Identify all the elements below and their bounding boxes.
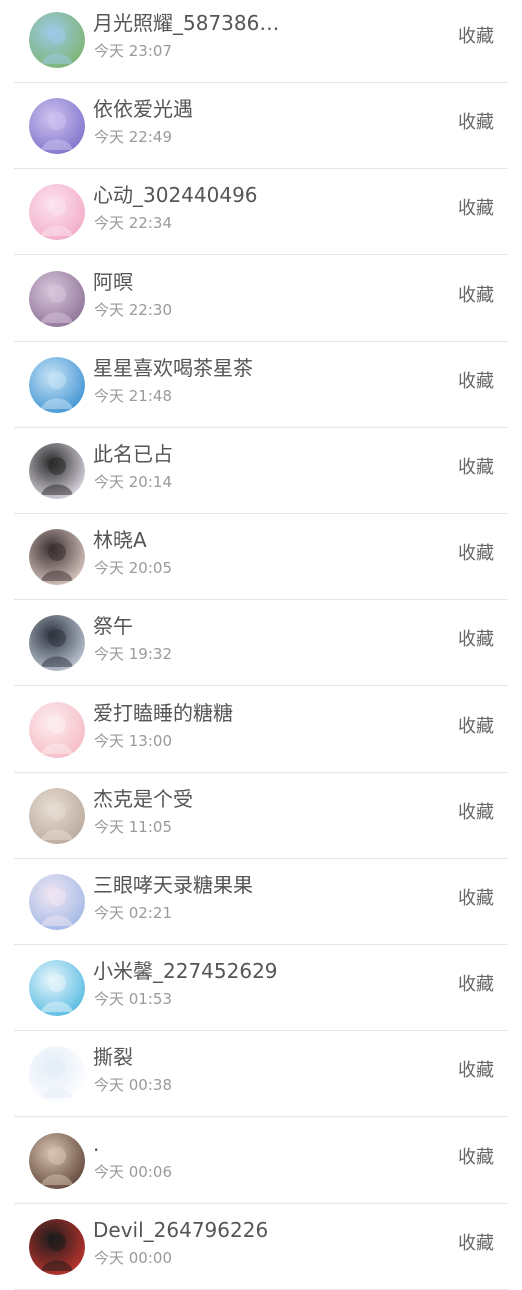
follower-list: 月光照耀_587386… 今天 23:07 收藏 依依爱光遇 今天 22:49 收藏 心动_…	[0, 0, 522, 1290]
timestamp: 今天 19:32	[94, 645, 172, 664]
timestamp: 今天 20:14	[94, 473, 172, 491]
favorite-button[interactable]: 收藏	[458, 541, 494, 567]
avatar[interactable]	[29, 701, 85, 758]
list-item[interactable]: 林晓A 今天 20:05 收藏	[14, 514, 508, 601]
user-name: 三眼哮天录糖果果	[93, 873, 253, 897]
timestamp: 今天 22:49	[94, 128, 172, 147]
favorite-button[interactable]: 收藏	[458, 24, 494, 50]
list-item[interactable]: . 今天 00:06 收藏	[14, 1118, 508, 1204]
favorite-button[interactable]: 收藏	[458, 1145, 494, 1171]
user-name: 爱打瞌睡的糖糖	[93, 700, 233, 725]
avatar[interactable]	[29, 1046, 85, 1103]
favorite-button[interactable]: 收藏	[458, 886, 494, 912]
list-item[interactable]: 杰克是个受今天 11:05 收藏	[14, 773, 508, 859]
avatar[interactable]	[29, 615, 85, 672]
favorite-button[interactable]: 收藏	[458, 714, 494, 740]
user-name: 撕裂	[93, 1045, 133, 1070]
favorite-button[interactable]: 收藏	[458, 1058, 494, 1084]
list-item[interactable]: 小米馨_227452629 今天 01:53 收藏	[14, 945, 508, 1032]
user-name: 林晓A	[93, 528, 147, 553]
avatar[interactable]	[29, 356, 85, 413]
user-name: 小米馨_227452629	[93, 959, 278, 984]
list-item[interactable]: 爱打瞌睡的糖糖今天 13:00 收藏	[14, 687, 508, 773]
avatar[interactable]	[29, 960, 85, 1017]
timestamp: 今天 13:00	[94, 731, 172, 750]
user-name: 月光照耀_587386…	[93, 11, 280, 35]
avatar[interactable]	[29, 184, 85, 241]
list-item[interactable]: Devil_264796226 今天 00:00 收藏	[14, 1204, 508, 1290]
timestamp: 今天 00:00	[94, 1248, 172, 1267]
timestamp: 今天 23:07	[94, 42, 172, 60]
list-item[interactable]: 撕裂今天 00:38 收藏	[14, 1031, 508, 1118]
timestamp: 今天 01:53	[94, 990, 172, 1009]
timestamp: 今天 11:05	[94, 817, 172, 836]
user-name: 祭午	[93, 614, 133, 639]
user-name: 阿暝	[93, 269, 133, 294]
list-item[interactable]: 依依爱光遇今天 22:49 收藏	[14, 83, 508, 170]
list-item[interactable]: 此名已占今天 20:14 收藏	[14, 428, 508, 514]
list-item[interactable]: 星星喜欢喝茶星茶今天 21:48 收藏	[14, 342, 508, 428]
user-name: 此名已占	[93, 442, 173, 466]
favorite-button[interactable]: 收藏	[458, 1231, 494, 1257]
timestamp: 今天 20:05	[94, 559, 172, 578]
timestamp: 今天 22:30	[94, 300, 172, 319]
avatar[interactable]	[29, 270, 85, 327]
favorite-button[interactable]: 收藏	[458, 283, 494, 309]
avatar[interactable]	[29, 98, 85, 155]
timestamp: 今天 22:34	[94, 214, 172, 233]
user-name: Devil_264796226	[93, 1217, 269, 1242]
user-name: 杰克是个受	[93, 786, 193, 811]
list-item[interactable]: 祭午今天 19:32 收藏	[14, 600, 508, 687]
timestamp: 今天 02:21	[94, 904, 172, 922]
favorite-button[interactable]: 收藏	[458, 455, 494, 481]
list-item[interactable]: 月光照耀_587386… 今天 23:07 收藏	[14, 0, 508, 83]
user-name: 心动_302440496	[93, 183, 258, 208]
avatar[interactable]	[29, 12, 85, 68]
favorite-button[interactable]: 收藏	[458, 196, 494, 222]
timestamp: 今天 21:48	[94, 386, 172, 405]
avatar[interactable]	[29, 529, 85, 586]
user-name: .	[93, 1131, 100, 1156]
avatar[interactable]	[29, 1218, 85, 1275]
avatar[interactable]	[29, 443, 85, 499]
favorite-button[interactable]: 收藏	[458, 800, 494, 826]
favorite-button[interactable]: 收藏	[458, 110, 494, 136]
avatar[interactable]	[29, 874, 85, 930]
favorite-button[interactable]: 收藏	[458, 627, 494, 653]
timestamp: 今天 00:06	[94, 1162, 172, 1181]
timestamp: 今天 00:38	[94, 1076, 172, 1095]
favorite-button[interactable]: 收藏	[458, 972, 494, 998]
avatar[interactable]	[29, 787, 85, 844]
list-item[interactable]: 阿暝今天 22:30 收藏	[14, 256, 508, 342]
list-item[interactable]: 三眼哮天录糖果果今天 02:21 收藏	[14, 859, 508, 945]
user-name: 星星喜欢喝茶星茶	[93, 355, 253, 380]
favorite-button[interactable]: 收藏	[458, 369, 494, 395]
avatar[interactable]	[29, 1132, 85, 1189]
user-name: 依依爱光遇	[93, 97, 193, 122]
list-item[interactable]: 心动_302440496 今天 22:34 收藏	[14, 169, 508, 256]
